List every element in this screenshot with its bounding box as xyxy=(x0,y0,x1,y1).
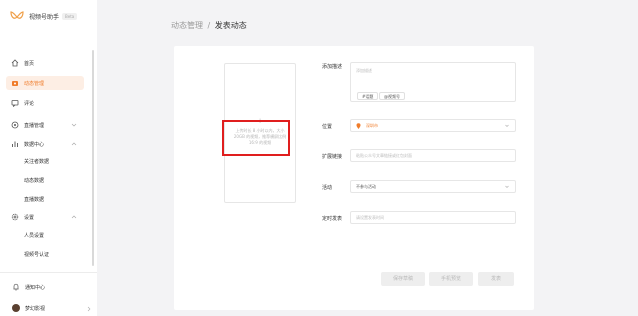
link-label: 扩展链接 xyxy=(322,154,343,160)
live-icon xyxy=(11,121,19,129)
sidebar-item-label: 直播管理 xyxy=(24,122,45,129)
sidebar-item-data-center[interactable]: 数据中心 xyxy=(6,137,84,151)
chevron-up-icon xyxy=(71,215,77,219)
description-input[interactable]: 添加描述 #话题 @视频号 xyxy=(350,62,516,102)
comment-icon xyxy=(11,99,19,107)
link-input[interactable]: 粘贴公众号文章链接或红包封面 xyxy=(350,149,516,162)
mention-chip-button[interactable]: @视频号 xyxy=(379,92,405,100)
chevron-right-icon[interactable] xyxy=(86,306,92,312)
upload-tip: 上传时长 8 小时以内，大小 20GB 的视频，推荐横屏比例 16:9 的视频 xyxy=(233,128,287,145)
sidebar-item-label: 设置 xyxy=(24,214,35,221)
sidebar-divider xyxy=(0,272,97,273)
sidebar-scrollbar[interactable] xyxy=(92,50,94,266)
save-draft-button[interactable]: 保存草稿 xyxy=(381,272,425,286)
activity-value: 不参与活动 xyxy=(356,183,376,189)
sidebar-subitem-dynamic-data[interactable]: 动态数据 xyxy=(24,175,44,187)
notification-label: 通知中心 xyxy=(25,284,46,291)
video-upload-area[interactable]: + 上传时长 8 小时以内，大小 20GB 的视频，推荐横屏比例 16:9 的视… xyxy=(224,63,296,203)
sidebar-subitem-live-data[interactable]: 直播数据 xyxy=(24,194,44,206)
brand-name: 视频号助手 xyxy=(29,13,60,21)
notification-center[interactable]: 通知中心 xyxy=(12,281,45,293)
avatar xyxy=(12,304,20,312)
schedule-input[interactable]: 请设置发表时间 xyxy=(350,211,516,224)
breadcrumb: 动态管理 / 发表动态 xyxy=(171,20,247,31)
sidebar-item-dynamic[interactable]: 动态管理 xyxy=(6,76,84,90)
phone-preview-button[interactable]: 手机预览 xyxy=(429,272,473,286)
user-profile[interactable]: 梦幻影视 xyxy=(12,302,45,314)
schedule-label: 定时发表 xyxy=(322,216,343,222)
dynamic-icon xyxy=(11,79,19,87)
page-title: 发表动态 xyxy=(214,21,247,30)
breadcrumb-parent[interactable]: 动态管理 xyxy=(171,21,203,30)
logo-icon xyxy=(10,11,24,19)
gear-icon xyxy=(11,213,19,221)
chevron-down-icon xyxy=(505,124,509,127)
sidebar-item-label: 数据中心 xyxy=(24,141,45,148)
location-pin-icon xyxy=(356,122,361,129)
link-placeholder: 粘贴公众号文章链接或红包封面 xyxy=(356,152,412,158)
home-icon xyxy=(11,59,19,67)
sidebar-item-comments[interactable]: 评论 xyxy=(6,96,84,110)
user-name: 梦幻影视 xyxy=(25,305,46,312)
schedule-placeholder: 请设置发表时间 xyxy=(356,214,384,220)
chart-icon xyxy=(11,140,19,148)
sidebar-item-label: 动态管理 xyxy=(24,80,45,87)
description-placeholder: 添加描述 xyxy=(356,68,372,73)
sidebar-item-live[interactable]: 直播管理 xyxy=(6,118,84,132)
sidebar-subitem-follower-data[interactable]: 关注者数据 xyxy=(24,156,49,168)
chevron-up-icon xyxy=(71,142,77,146)
location-label: 位置 xyxy=(322,124,333,130)
plus-icon: + xyxy=(257,117,263,125)
beta-badge: Beta xyxy=(62,12,78,20)
chevron-down-icon xyxy=(71,123,77,127)
description-label: 添加描述 xyxy=(322,64,343,70)
activity-select[interactable]: 不参与活动 xyxy=(350,180,516,193)
location-value: 深圳市 xyxy=(366,122,378,128)
sidebar-subitem-personnel[interactable]: 人员设置 xyxy=(24,230,44,242)
bell-icon xyxy=(12,283,20,291)
location-select[interactable]: 深圳市 xyxy=(350,119,516,132)
brand[interactable]: 视频号助手 Beta xyxy=(10,8,78,24)
sidebar-item-settings[interactable]: 设置 xyxy=(6,210,84,224)
sidebar-subitem-verify[interactable]: 视频号认证 xyxy=(24,249,49,261)
sidebar-item-home[interactable]: 首页 xyxy=(6,56,84,70)
activity-label: 活动 xyxy=(322,185,333,191)
chevron-down-icon xyxy=(505,185,509,188)
sidebar-item-label: 首页 xyxy=(24,60,35,67)
publish-button[interactable]: 发表 xyxy=(478,272,514,286)
sidebar: 视频号助手 Beta 首页 动态管理 评论 直播管理 数据中心 关注者数据 动态… xyxy=(0,0,97,316)
topic-chip-button[interactable]: #话题 xyxy=(357,92,379,100)
sidebar-item-label: 评论 xyxy=(24,100,35,107)
breadcrumb-separator: / xyxy=(207,21,211,30)
